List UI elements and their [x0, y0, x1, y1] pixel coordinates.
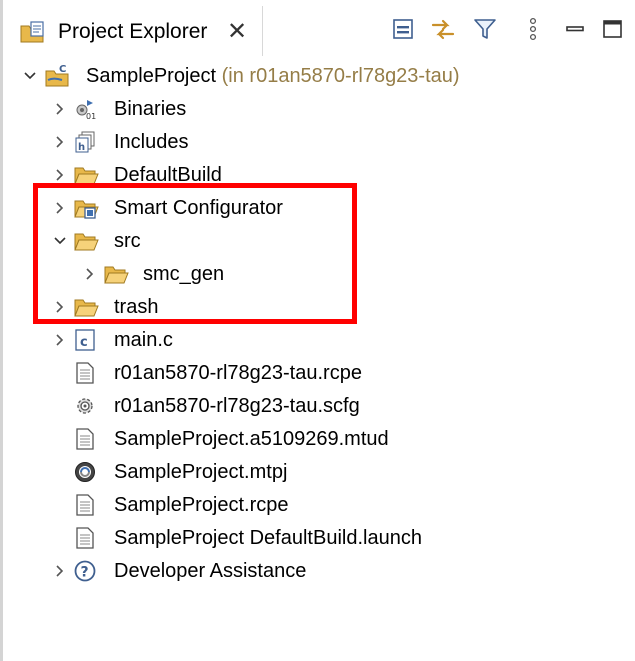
folder-icon — [73, 163, 99, 187]
tab-title: Project Explorer — [58, 20, 208, 43]
svg-text:01: 01 — [86, 112, 96, 121]
chevron-right-icon[interactable] — [52, 200, 68, 216]
file-icon — [73, 526, 97, 550]
tree-item-label: SampleProject.rcpe — [114, 494, 289, 516]
tree-item-smart-configurator[interactable]: Smart Configurator — [0, 192, 635, 224]
tree-item-sample-rcpe[interactable]: SampleProject.rcpe — [0, 489, 635, 521]
chevron-right-icon[interactable] — [52, 134, 68, 150]
tree-item-launch[interactable]: SampleProject DefaultBuild.launch — [0, 522, 635, 554]
file-icon — [73, 427, 97, 451]
tree-item-label: Binaries — [114, 98, 187, 120]
file-icon — [73, 493, 97, 517]
tree-item-label: src — [114, 230, 141, 252]
tree-item-label: SampleProject.a5109269.mtud — [114, 428, 389, 450]
tree-item-label: SampleProject DefaultBuild.launch — [114, 527, 422, 549]
tree-item-binaries[interactable]: 01 Binaries — [0, 93, 635, 125]
binaries-icon: 01 — [73, 97, 97, 121]
svg-text:c: c — [80, 335, 88, 350]
tab-project-explorer[interactable]: Project Explorer ✕ — [10, 6, 263, 56]
svg-text:?: ? — [81, 565, 89, 581]
tree-item-trash[interactable]: trash — [0, 291, 635, 323]
tree-item-label: Includes — [114, 131, 189, 153]
tree-item-label: r01an5870-rl78g23-tau.scfg — [114, 395, 360, 417]
tree-item-smc-gen[interactable]: smc_gen — [0, 258, 635, 290]
tree-item-tau-rcpe[interactable]: r01an5870-rl78g23-tau.rcpe — [0, 357, 635, 389]
tree-item-mtpj[interactable]: SampleProject.mtpj — [0, 456, 635, 488]
tree-item-tau-scfg[interactable]: r01an5870-rl78g23-tau.scfg — [0, 390, 635, 422]
view-menu-icon[interactable] — [520, 16, 546, 42]
tree-item-label: Smart Configurator — [114, 197, 283, 219]
tree-item-label: trash — [114, 296, 159, 318]
svg-text:C: C — [59, 64, 66, 75]
tree-item-defaultbuild[interactable]: DefaultBuild — [0, 159, 635, 191]
chevron-right-icon[interactable] — [52, 101, 68, 117]
cs-plus-project-icon — [73, 460, 97, 484]
chevron-right-icon[interactable] — [52, 563, 68, 579]
tree-item-label: Developer Assistance — [114, 560, 307, 582]
tree-item-label: r01an5870-rl78g23-tau.rcpe — [114, 362, 362, 384]
tree-item-project[interactable]: C SampleProject (in r01an5870-rl78g23-ta… — [0, 60, 635, 92]
tree-item-includes[interactable]: h Includes — [0, 126, 635, 158]
project-explorer-icon — [19, 20, 47, 46]
collapse-all-icon[interactable] — [390, 16, 416, 42]
folder-icon — [73, 295, 99, 319]
chevron-right-icon[interactable] — [82, 266, 98, 282]
tree-item-label: smc_gen — [143, 263, 225, 285]
tree-item-main-c[interactable]: c main.c — [0, 324, 635, 356]
chevron-down-icon[interactable] — [22, 68, 38, 84]
view-tab-bar: Project Explorer ✕ — [3, 0, 635, 56]
maximize-icon[interactable] — [600, 16, 626, 42]
chevron-right-icon[interactable] — [52, 332, 68, 348]
project-explorer-view: Project Explorer ✕ C SampleProject (in r… — [0, 0, 635, 661]
minimize-icon[interactable] — [562, 16, 588, 42]
includes-icon: h — [73, 130, 97, 154]
c-project-icon: C — [44, 64, 69, 88]
tree-item-mtud[interactable]: SampleProject.a5109269.mtud — [0, 423, 635, 455]
folder-icon — [103, 262, 129, 286]
folder-open-icon — [73, 229, 99, 253]
tree-item-src[interactable]: src — [0, 225, 635, 257]
chevron-right-icon[interactable] — [52, 167, 68, 183]
project-decoration: (in r01an5870-rl78g23-tau) — [221, 65, 460, 87]
help-icon: ? — [73, 559, 97, 583]
tree-item-developer-assistance[interactable]: ? Developer Assistance — [0, 555, 635, 587]
c-source-file-icon: c — [73, 328, 97, 352]
tree-item-label: SampleProject (in r01an5870-rl78g23-tau) — [86, 65, 460, 87]
link-with-editor-icon[interactable] — [430, 16, 456, 42]
close-icon[interactable]: ✕ — [227, 19, 247, 45]
svg-text:h: h — [78, 142, 85, 153]
gear-icon — [73, 394, 97, 418]
file-icon — [73, 361, 97, 385]
filter-icon[interactable] — [472, 16, 498, 42]
chevron-down-icon[interactable] — [52, 233, 68, 249]
tree-item-label: DefaultBuild — [114, 164, 222, 186]
tree-item-label: SampleProject.mtpj — [114, 461, 288, 483]
tree-item-label: main.c — [114, 329, 173, 351]
chevron-right-icon[interactable] — [52, 299, 68, 315]
smart-configurator-folder-icon — [73, 196, 99, 220]
